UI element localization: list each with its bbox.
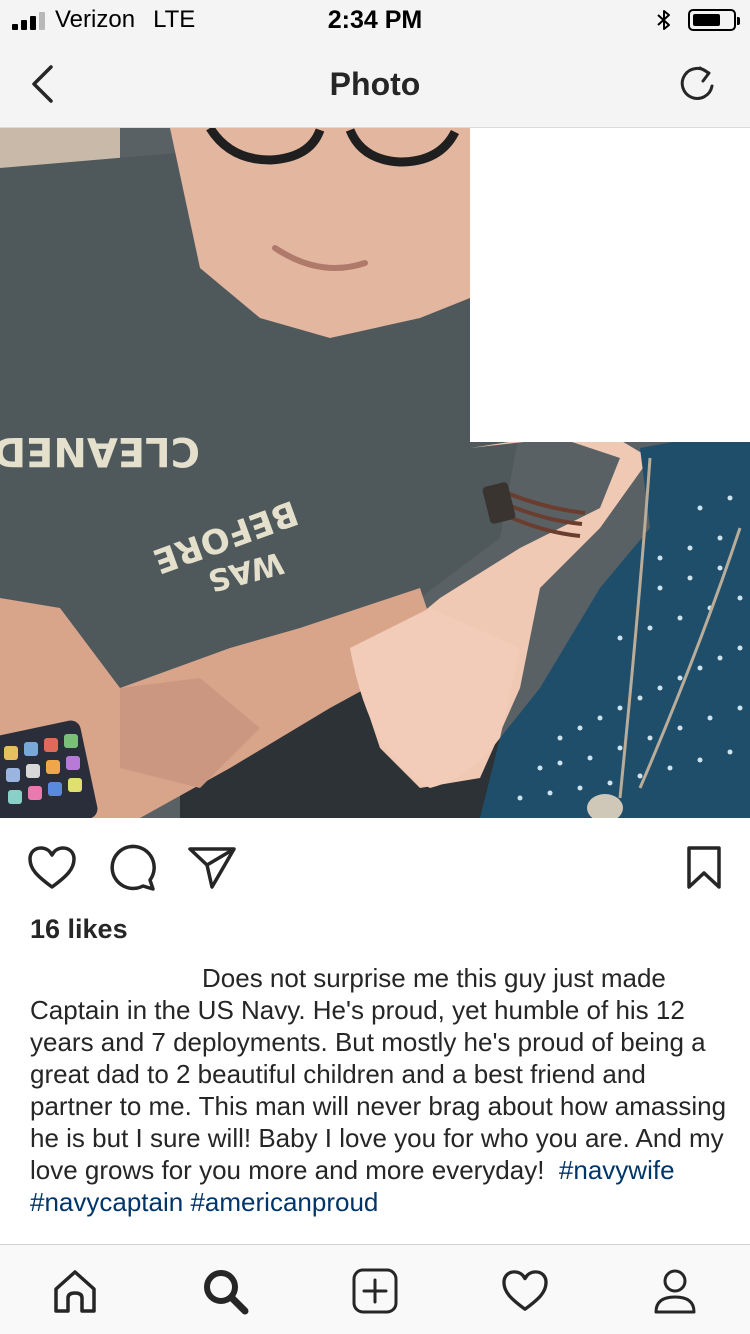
shirt-text-1: CLEANED xyxy=(0,428,200,474)
like-button[interactable] xyxy=(24,838,80,898)
hashtag-link[interactable]: #navywife xyxy=(559,1155,675,1185)
bookmark-icon xyxy=(687,846,721,889)
comment-icon xyxy=(110,844,156,891)
battery-icon xyxy=(688,9,740,31)
share-button[interactable] xyxy=(184,838,240,898)
tab-search[interactable] xyxy=(197,1263,253,1319)
page-title: Photo xyxy=(329,66,421,102)
search-icon xyxy=(204,1270,249,1315)
status-time: 2:34 PM xyxy=(327,6,423,34)
photo-illustration: CLEANED BEFORE WAS xyxy=(0,128,750,818)
status-bar: Verizon LTE 2:34 PM xyxy=(0,0,750,40)
bookmark-button[interactable] xyxy=(676,838,732,898)
status-right xyxy=(656,6,740,34)
tab-bar xyxy=(0,1244,750,1334)
tab-profile[interactable] xyxy=(647,1263,703,1319)
tab-activity[interactable] xyxy=(497,1263,553,1319)
redaction-box xyxy=(470,128,750,442)
tab-new-post[interactable] xyxy=(347,1263,403,1319)
activity-heart-icon xyxy=(502,1270,548,1311)
bluetooth-icon xyxy=(657,10,670,30)
battery-fill xyxy=(693,14,720,26)
home-icon xyxy=(54,1270,96,1313)
likes-count[interactable]: 16 likes xyxy=(30,914,128,945)
profile-icon xyxy=(654,1269,696,1314)
hashtag-link[interactable]: #americanproud xyxy=(190,1187,378,1217)
refresh-button[interactable] xyxy=(676,62,720,106)
tab-home[interactable] xyxy=(47,1263,103,1319)
refresh-icon xyxy=(680,66,714,100)
new-post-icon xyxy=(352,1268,398,1314)
send-icon xyxy=(188,847,236,889)
hashtag-link[interactable]: #navycaptain xyxy=(30,1187,183,1217)
caption-text: Does not surprise me this guy just made … xyxy=(30,963,727,1185)
post-actions xyxy=(0,838,750,902)
comment-button[interactable] xyxy=(104,838,160,898)
nav-bar: Photo xyxy=(0,40,750,128)
heart-icon xyxy=(28,846,76,889)
post-caption: Does not surprise me this guy just made … xyxy=(30,962,730,1244)
battery-cap xyxy=(737,17,740,25)
post-photo[interactable]: CLEANED BEFORE WAS xyxy=(0,128,750,818)
